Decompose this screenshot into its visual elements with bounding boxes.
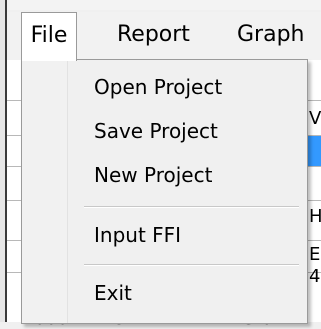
grid-cell-text: V xyxy=(309,108,321,129)
grid-cell-text: H xyxy=(309,206,321,227)
grid-cell-text: E xyxy=(309,244,321,265)
menu-icon-gutter xyxy=(22,60,68,323)
menu-item-input-ffi[interactable]: Input FFI xyxy=(94,222,181,248)
menu-separator xyxy=(84,206,299,208)
menu-item-exit[interactable]: Exit xyxy=(94,280,132,306)
menu-bar: File Report Graph xyxy=(7,12,321,61)
file-dropdown-menu: Open Project Save Project New Project In… xyxy=(21,59,308,324)
grid-cell-text: 4 xyxy=(309,266,321,287)
menu-graph[interactable]: Graph xyxy=(225,12,316,58)
window-top-edge xyxy=(0,0,321,10)
menu-separator xyxy=(84,264,299,266)
window-left-frame xyxy=(0,0,7,322)
menu-item-save-project[interactable]: Save Project xyxy=(94,118,218,144)
menu-file[interactable]: File xyxy=(21,12,77,61)
menu-report[interactable]: Report xyxy=(105,12,202,58)
menu-item-open-project[interactable]: Open Project xyxy=(94,74,222,100)
menu-item-new-project[interactable]: New Project xyxy=(94,162,212,188)
